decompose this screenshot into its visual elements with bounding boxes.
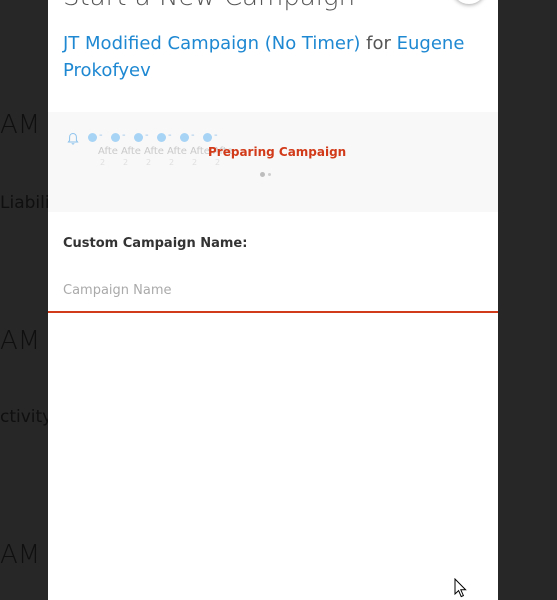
modal-title: Start a New Campaign — [63, 0, 355, 12]
step-connector: - — [145, 130, 149, 141]
step-sublabel: 2 — [169, 158, 175, 167]
step-dot — [134, 133, 143, 142]
step-sublabel: 2 — [100, 158, 106, 167]
campaign-link[interactable]: JT Modified Campaign (No Timer) — [63, 33, 360, 54]
step-dot — [88, 133, 97, 142]
campaign-progress: - Afte 2- Afte 2- Afte 2- Afte 2- Afte 2- Afte 2 Pre… — [48, 112, 498, 212]
step-connector: - — [168, 130, 172, 141]
close-icon: ✕ — [462, 0, 475, 4]
background-label: ctivity — [0, 407, 53, 427]
modal-subtitle: JT Modified Campaign (No Timer) for Euge… — [63, 30, 483, 84]
campaign-name-input[interactable] — [48, 270, 498, 313]
step-connector: - — [99, 130, 103, 141]
progress-step: - Afte 2 — [157, 130, 187, 172]
progress-step: - Afte 2 — [111, 130, 141, 172]
pager-dot[interactable] — [268, 173, 271, 176]
step-sublabel: 2 — [146, 158, 152, 167]
progress-step: - Afte 2 — [180, 130, 210, 172]
for-text: for — [366, 33, 391, 54]
new-campaign-modal: Start a New Campaign ✕ JT Modified Campa… — [48, 0, 498, 600]
step-sublabel: 2 — [215, 158, 221, 167]
step-dot — [157, 133, 166, 142]
step-sublabel: 2 — [123, 158, 129, 167]
mouse-pointer-icon — [454, 578, 467, 598]
bell-icon — [67, 132, 79, 145]
step-dot — [111, 133, 120, 142]
progress-step: - Afte 2 — [88, 130, 118, 172]
background-label: Liabili — [0, 193, 50, 213]
progress-step: - Afte 2 — [134, 130, 164, 172]
close-button[interactable]: ✕ — [452, 0, 486, 4]
step-connector: - — [191, 130, 195, 141]
step-connector: - — [214, 130, 218, 141]
step-sublabel: 2 — [192, 158, 198, 167]
campaign-name-label: Custom Campaign Name: — [63, 236, 248, 251]
background-heading: AM — [0, 540, 41, 570]
status-text: Preparing Campaign — [208, 145, 347, 159]
step-dot — [203, 133, 212, 142]
step-dot — [180, 133, 189, 142]
step-connector: - — [122, 130, 126, 141]
background-heading: AM — [0, 110, 41, 140]
background-heading: AM — [0, 326, 41, 356]
pager-dot[interactable] — [260, 172, 265, 177]
